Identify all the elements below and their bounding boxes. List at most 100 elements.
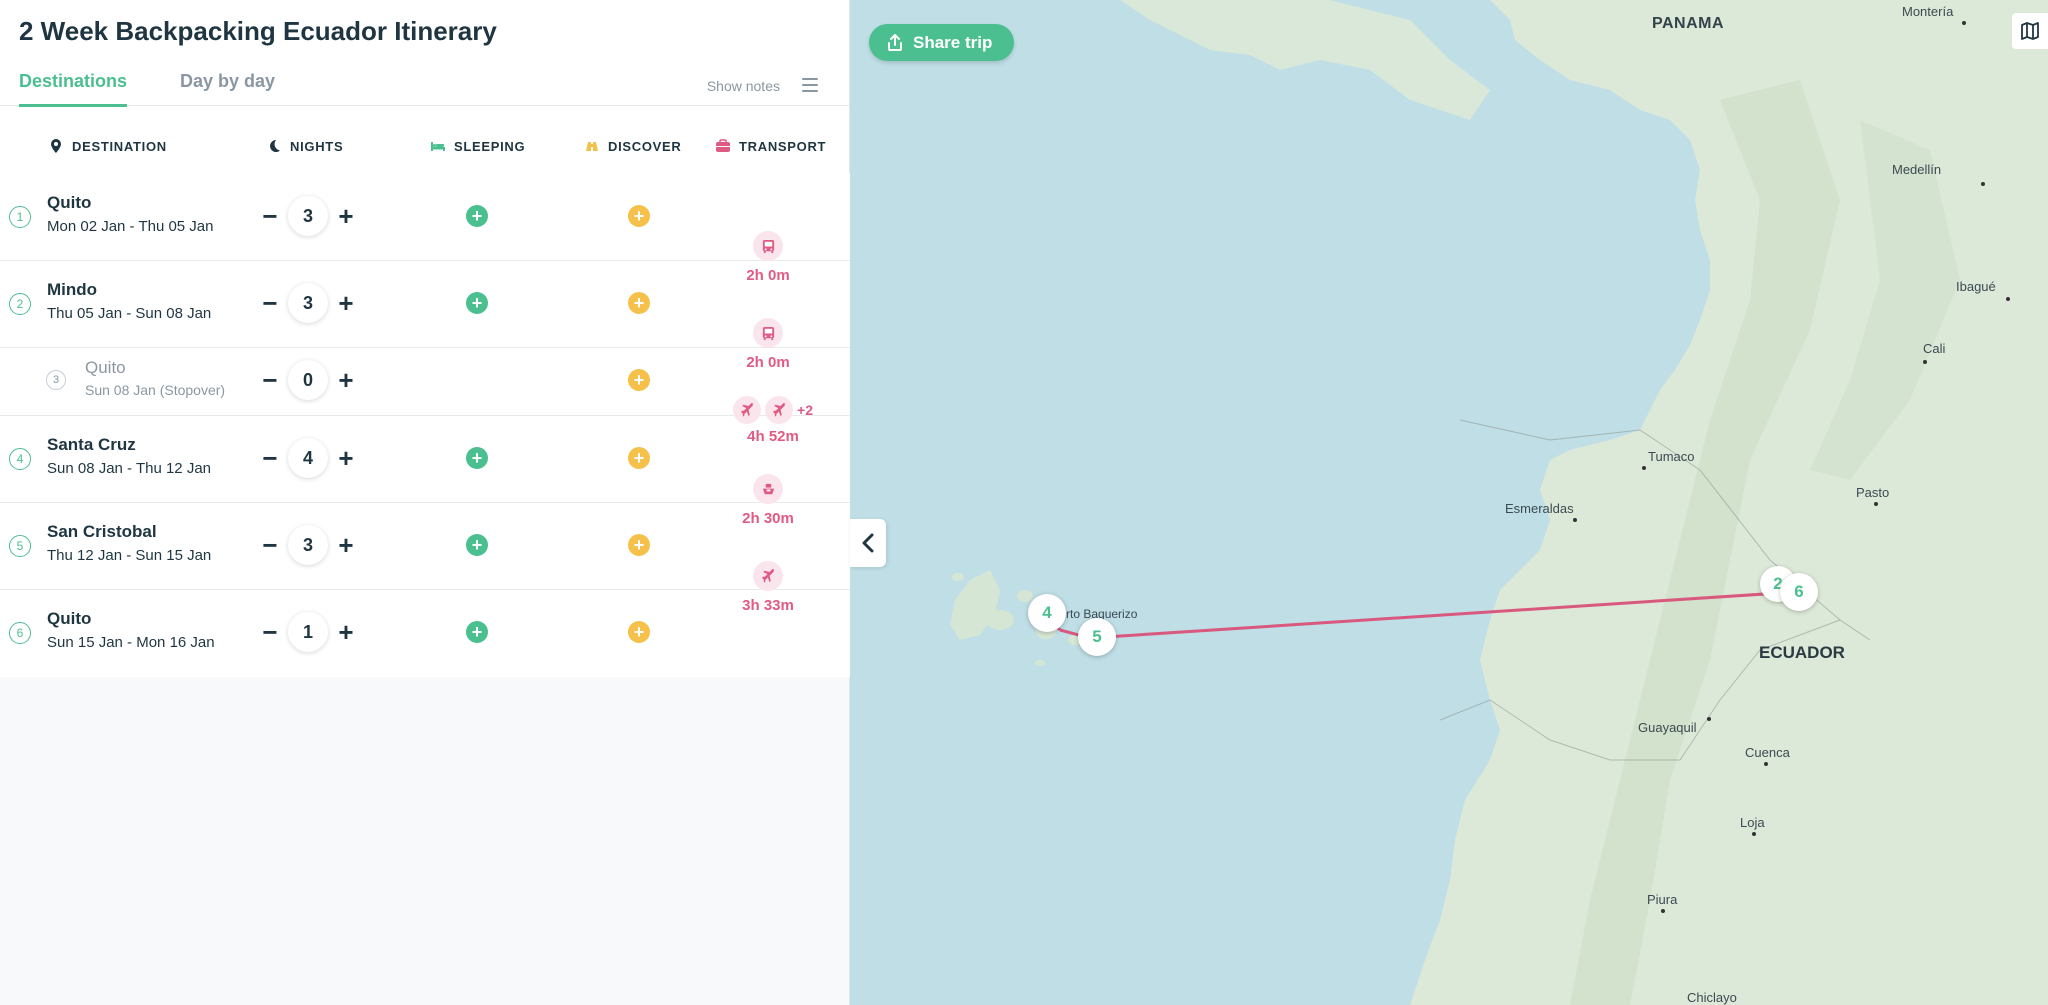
destination-name[interactable]: Quito bbox=[47, 193, 91, 213]
transport-leg[interactable]: 2h 0m bbox=[728, 231, 808, 284]
map-label-tumaco: Tumaco bbox=[1648, 449, 1695, 464]
ferry-icon bbox=[753, 474, 783, 504]
map-icon bbox=[2021, 22, 2039, 40]
column-sleeping: SLEEPING bbox=[430, 138, 525, 154]
transport-leg[interactable]: +2 4h 52m bbox=[728, 396, 818, 445]
map-marker[interactable]: 5 bbox=[1078, 618, 1116, 656]
nights-count: 3 bbox=[288, 525, 328, 565]
map[interactable]: Share trip PANAMA Montería Medellín Ibag… bbox=[850, 0, 2048, 1005]
add-discover-button[interactable]: + bbox=[628, 534, 650, 556]
decrease-nights-button[interactable]: − bbox=[260, 290, 280, 316]
transport-leg[interactable]: 2h 0m bbox=[728, 318, 808, 371]
collapse-panel-button[interactable] bbox=[850, 519, 886, 567]
map-layer-button[interactable] bbox=[2012, 13, 2048, 49]
bus-icon bbox=[753, 318, 783, 348]
city-dot bbox=[1707, 717, 1711, 721]
column-headers: DESTINATION NIGHTS SLEEPING DISCOVER TRA… bbox=[0, 138, 850, 162]
stop-number: 4 bbox=[9, 448, 31, 470]
stop-number: 3 bbox=[46, 370, 66, 390]
decrease-nights-button[interactable]: − bbox=[260, 619, 280, 645]
destination-dates: Thu 05 Jan - Sun 08 Jan bbox=[47, 305, 212, 322]
map-label-pasto: Pasto bbox=[1856, 485, 1890, 500]
plane-icon bbox=[765, 396, 794, 424]
nights-count: 0 bbox=[288, 360, 328, 400]
increase-nights-button[interactable]: + bbox=[336, 290, 356, 316]
add-discover-button[interactable]: + bbox=[628, 369, 650, 391]
city-dot bbox=[1764, 762, 1768, 766]
destination-name[interactable]: Quito bbox=[47, 609, 91, 629]
bed-icon bbox=[431, 142, 445, 151]
transport-duration: 2h 30m bbox=[742, 510, 794, 527]
map-label-cali: Cali bbox=[1923, 341, 1946, 356]
nights-count: 3 bbox=[288, 196, 328, 236]
add-sleeping-button[interactable]: + bbox=[466, 621, 488, 643]
transport-duration: 2h 0m bbox=[746, 267, 790, 284]
tab-destinations[interactable]: Destinations bbox=[19, 71, 128, 107]
itinerary-panel: 2 Week Backpacking Ecuador Itinerary Des… bbox=[0, 0, 850, 1005]
increase-nights-button[interactable]: + bbox=[336, 619, 356, 645]
destination-name[interactable]: Santa Cruz bbox=[47, 435, 136, 455]
column-destination: DESTINATION bbox=[48, 138, 167, 154]
add-sleeping-button[interactable]: + bbox=[466, 205, 488, 227]
decrease-nights-button[interactable]: − bbox=[260, 367, 280, 393]
map-label-piura: Piura bbox=[1647, 892, 1678, 907]
transport-leg[interactable]: 3h 33m bbox=[728, 561, 808, 614]
city-dot bbox=[1923, 360, 1927, 364]
city-dot bbox=[1752, 832, 1756, 836]
add-discover-button[interactable]: + bbox=[628, 205, 650, 227]
destination-row[interactable]: 1 Quito Mon 02 Jan - Thu 05 Jan − 3 + + … bbox=[0, 173, 850, 261]
map-label-panama: PANAMA bbox=[1652, 15, 1725, 32]
add-sleeping-button[interactable]: + bbox=[466, 447, 488, 469]
destination-name[interactable]: Mindo bbox=[47, 280, 97, 300]
map-marker[interactable]: 6 bbox=[1780, 573, 1818, 611]
share-trip-button[interactable]: Share trip bbox=[869, 24, 1015, 61]
increase-nights-button[interactable]: + bbox=[336, 367, 356, 393]
add-sleeping-button[interactable]: + bbox=[466, 292, 488, 314]
share-trip-label: Share trip bbox=[913, 32, 993, 52]
destination-row[interactable]: 2 Mindo Thu 05 Jan - Sun 08 Jan − 3 + + … bbox=[0, 261, 850, 348]
map-marker[interactable]: 4 bbox=[1028, 594, 1066, 632]
binoculars-icon bbox=[586, 142, 598, 151]
tab-bar: Destinations Day by day Show notes bbox=[0, 66, 850, 107]
city-dot bbox=[1642, 466, 1646, 470]
tab-day-by-day[interactable]: Day by day bbox=[180, 71, 275, 104]
menu-icon[interactable] bbox=[802, 78, 818, 92]
add-discover-button[interactable]: + bbox=[628, 621, 650, 643]
destination-row-stopover[interactable]: 3 Quito Sun 08 Jan (Stopover) − 0 + + bbox=[0, 348, 850, 416]
destination-name[interactable]: Quito bbox=[85, 358, 126, 378]
share-icon bbox=[888, 33, 902, 51]
city-dot bbox=[1573, 518, 1577, 522]
destination-dates: Sun 08 Jan - Thu 12 Jan bbox=[47, 460, 212, 477]
column-nights: NIGHTS bbox=[266, 138, 343, 154]
city-dot bbox=[2006, 297, 2010, 301]
add-discover-button[interactable]: + bbox=[628, 292, 650, 314]
increase-nights-button[interactable]: + bbox=[336, 203, 356, 229]
location-pin-icon bbox=[51, 139, 61, 153]
map-label-medellin: Medellín bbox=[1892, 162, 1942, 177]
map-label-ibague: Ibagué bbox=[1956, 279, 1996, 294]
chevron-left-icon bbox=[862, 533, 874, 553]
decrease-nights-button[interactable]: − bbox=[260, 445, 280, 471]
plane-icon bbox=[733, 396, 762, 424]
column-transport: TRANSPORT bbox=[715, 138, 826, 154]
destination-row[interactable]: 5 San Cristobal Thu 12 Jan - Sun 15 Jan … bbox=[0, 503, 850, 590]
destination-dates: Thu 12 Jan - Sun 15 Jan bbox=[47, 547, 212, 564]
destination-name[interactable]: San Cristobal bbox=[47, 522, 157, 542]
destination-row[interactable]: 4 Santa Cruz Sun 08 Jan - Thu 12 Jan − 4… bbox=[0, 416, 850, 503]
nights-count: 4 bbox=[288, 438, 328, 478]
increase-nights-button[interactable]: + bbox=[336, 445, 356, 471]
destination-row[interactable]: 6 Quito Sun 15 Jan - Mon 16 Jan − 1 + + … bbox=[0, 590, 850, 677]
decrease-nights-button[interactable]: − bbox=[260, 532, 280, 558]
add-discover-button[interactable]: + bbox=[628, 447, 650, 469]
stop-number: 2 bbox=[9, 293, 31, 315]
destination-dates: Sun 08 Jan (Stopover) bbox=[85, 382, 226, 398]
suitcase-icon bbox=[716, 139, 730, 152]
transport-duration: 2h 0m bbox=[746, 354, 790, 371]
decrease-nights-button[interactable]: − bbox=[260, 203, 280, 229]
show-notes-button[interactable]: Show notes bbox=[707, 78, 780, 94]
increase-nights-button[interactable]: + bbox=[336, 532, 356, 558]
transport-leg[interactable]: 2h 30m bbox=[728, 474, 808, 527]
add-sleeping-button[interactable]: + bbox=[466, 534, 488, 556]
moon-icon bbox=[270, 140, 280, 152]
map-label-cuenca: Cuenca bbox=[1745, 745, 1790, 760]
